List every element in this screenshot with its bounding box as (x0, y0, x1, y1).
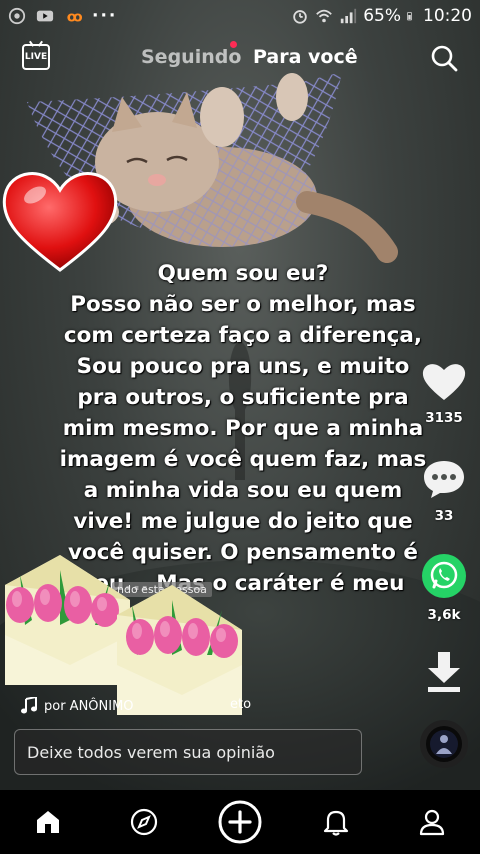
nav-home[interactable] (0, 790, 96, 854)
nav-profile[interactable] (384, 790, 480, 854)
comment-count: 33 (434, 508, 454, 524)
home-icon (37, 811, 59, 833)
wifi-icon (316, 9, 333, 23)
caption-line: Quem sou eu? (157, 261, 329, 286)
battery-icon (407, 12, 412, 21)
more-notifications: ··· (92, 6, 118, 26)
new-content-dot (230, 41, 237, 48)
comment-input[interactable]: Deixe todos verem sua opinião (14, 729, 362, 775)
share-count: 3,6k (427, 607, 461, 623)
caption-line: imagem é você quem faz, mas (59, 447, 427, 472)
youtube-icon (36, 10, 54, 22)
music-disc-avatar[interactable] (420, 720, 468, 768)
search-icon[interactable] (430, 44, 458, 72)
status-bar: ꝏ ··· 65% 10:20 (0, 0, 480, 32)
caption-line: com certeza faço a diferença, (63, 323, 423, 348)
plus-icon (218, 800, 262, 844)
like-count: 3135 (425, 410, 463, 426)
download-icon (428, 652, 460, 692)
bell-icon (323, 810, 349, 836)
battery-percent: 65% (363, 6, 401, 26)
caption-line: pra outros, o suficiente pra (77, 385, 409, 410)
nav-discover[interactable] (96, 790, 192, 854)
svg-text:ꝏ: ꝏ (67, 9, 82, 25)
alarm-icon (293, 10, 307, 24)
caption-line: a minha vida sou eu quem (83, 478, 403, 503)
signal-icon (341, 8, 357, 24)
bottom-nav (0, 790, 480, 854)
music-note-icon (21, 697, 37, 714)
compass-icon (130, 808, 158, 836)
comment-icon (424, 461, 464, 498)
video-caption-overlay: Quem sou eu? Posso não ser o melhor, mas… (58, 258, 428, 599)
clock: 10:20 (423, 6, 472, 26)
app-notification-icon: ꝏ (67, 9, 82, 25)
live-label: LIVE (24, 52, 48, 62)
whatsapp-icon (422, 554, 466, 598)
heart-icon (422, 364, 466, 400)
caption-line: mim mesmo. Por que a minha (62, 416, 424, 441)
profile-icon (419, 809, 445, 836)
caption-line: vive! me julgue do jeito que (73, 509, 413, 534)
nav-notifications[interactable] (288, 790, 384, 854)
download-button[interactable] (412, 650, 476, 698)
chrome-icon (8, 7, 26, 25)
music-credit: por ANÔNIMO (44, 698, 134, 714)
comment-input-placeholder: Deixe todos verem sua opinião (27, 742, 275, 762)
share-whatsapp-button[interactable]: 3,6k (412, 553, 476, 623)
like-button[interactable]: 3135 (412, 360, 476, 426)
music-credit-tail: eto (230, 697, 252, 712)
avatar-image (430, 730, 458, 758)
caption-line: Sou pouco pra uns, e muito (76, 354, 410, 379)
comment-button[interactable]: 33 (412, 458, 476, 524)
caption-line: Posso não ser o melhor, mas (70, 292, 416, 317)
nav-create[interactable] (192, 790, 288, 854)
music-info[interactable]: por ANÔNIMO eto (20, 697, 251, 715)
